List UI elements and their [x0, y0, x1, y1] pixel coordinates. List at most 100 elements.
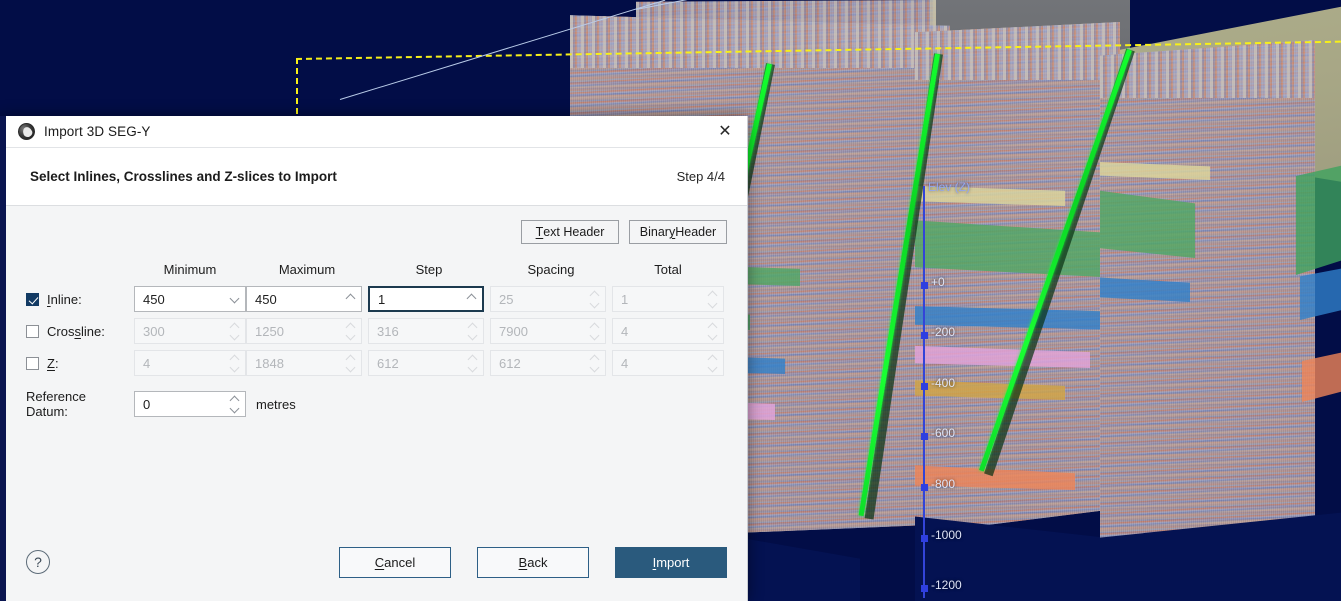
inline-total-value: 1 [621, 292, 628, 307]
crossline-total-spinner [707, 319, 717, 343]
table-row-crossline-label: Crossline: [26, 315, 134, 347]
z-label: Z: [47, 356, 59, 371]
header-buttons-row: Text Header Binary Header [26, 206, 727, 244]
z-spacing-value: 612 [499, 356, 521, 371]
dialog-subheader: Select Inlines, Crosslines and Z-slices … [6, 148, 747, 206]
chevron-down-icon [229, 330, 239, 340]
column-header-step: Step [368, 262, 490, 283]
elevation-tick [921, 383, 928, 390]
dialog-titlebar: Import 3D SEG-Y ✕ [6, 116, 747, 148]
crossline-total-value: 4 [621, 324, 628, 339]
crossline-maximum-input: 1250 [246, 318, 362, 344]
elevation-tick [921, 282, 928, 289]
cell-crossline-maximum: 1250 [246, 315, 368, 347]
cell-z-step: 612 [368, 347, 490, 379]
elevation-tick [921, 433, 928, 440]
reference-datum-label: Reference Datum: [26, 389, 124, 419]
z-spacing-input: 612 [490, 350, 606, 376]
cancel-button[interactable]: Cancel [339, 547, 451, 578]
close-icon[interactable]: ✕ [703, 116, 747, 148]
cell-z-minimum: 4 [134, 347, 246, 379]
z-checkbox[interactable] [26, 357, 39, 370]
horizon-surface-green-right [1296, 165, 1341, 275]
crossline-minimum-spinner [229, 319, 239, 343]
reference-datum-spinner[interactable] [229, 392, 239, 416]
elevation-tick-label: +0 [931, 275, 945, 289]
chevron-down-icon [467, 362, 477, 372]
segy-app-icon [18, 123, 35, 140]
chevron-down-icon [589, 330, 599, 340]
chevron-down-icon[interactable] [229, 294, 239, 304]
inline-minimum-spinner[interactable] [229, 287, 239, 311]
binary-header-button[interactable]: Binary Header [629, 220, 727, 244]
seismic-section-c [1100, 40, 1315, 560]
inline-label: Inline: [47, 292, 82, 307]
crossline-step-spinner [467, 319, 477, 343]
z-maximum-input: 1848 [246, 350, 362, 376]
elevation-tick-label: -600 [931, 426, 955, 440]
column-header-maximum: Maximum [246, 262, 368, 283]
inline-maximum-spinner[interactable] [345, 287, 355, 311]
crossline-maximum-value: 1250 [255, 324, 284, 339]
elevation-tick-label: -200 [931, 325, 955, 339]
help-icon[interactable]: ? [26, 550, 50, 574]
elevation-axis-title: Elev (Z) [928, 180, 970, 194]
chevron-down-icon[interactable] [229, 403, 239, 413]
cell-z-spacing: 612 [490, 347, 612, 379]
inline-minimum-input[interactable]: 450 [134, 286, 246, 312]
cell-inline-minimum: 450 [134, 283, 246, 315]
z-minimum-spinner [229, 351, 239, 375]
dialog-footer: ? Cancel Back Import [6, 523, 747, 601]
inline-total-input: 1 [612, 286, 724, 312]
step-indicator: Step 4/4 [677, 169, 725, 184]
crossline-label: Crossline: [47, 324, 105, 339]
chevron-up-icon[interactable] [345, 294, 355, 304]
reference-datum-input[interactable]: 0 [134, 391, 246, 417]
seismic-section-b [915, 22, 1120, 534]
chevron-down-icon [467, 330, 477, 340]
elevation-tick [921, 585, 928, 592]
chevron-down-icon [707, 298, 717, 308]
elevation-tick-label: -1000 [931, 528, 962, 542]
z-step-value: 612 [377, 356, 399, 371]
z-spacing-spinner [589, 351, 599, 375]
chevron-down-icon [707, 330, 717, 340]
cell-z-total: 4 [612, 347, 724, 379]
inline-spacing-spinner [589, 287, 599, 311]
cell-inline-spacing: 25 [490, 283, 612, 315]
import-button[interactable]: Import [615, 547, 727, 578]
inline-step-spinner[interactable] [466, 288, 476, 310]
cell-crossline-total: 4 [612, 315, 724, 347]
cell-crossline-minimum: 300 [134, 315, 246, 347]
cell-z-maximum: 1848 [246, 347, 368, 379]
crossline-spacing-input: 7900 [490, 318, 606, 344]
inline-selection-dash-left [296, 58, 298, 114]
z-maximum-value: 1848 [255, 356, 284, 371]
cell-inline-step: 1 [368, 283, 490, 315]
crossline-maximum-spinner [345, 319, 355, 343]
table-row-z-label: Z: [26, 347, 134, 379]
chevron-down-icon [707, 362, 717, 372]
z-step-spinner [467, 351, 477, 375]
slice-range-table: Minimum Maximum Step Spacing Total Inlin… [26, 262, 727, 379]
cell-crossline-spacing: 7900 [490, 315, 612, 347]
inline-maximum-input[interactable]: 450 [246, 286, 362, 312]
z-total-input: 4 [612, 350, 724, 376]
z-total-value: 4 [621, 356, 628, 371]
inline-checkbox[interactable] [26, 293, 39, 306]
crossline-checkbox[interactable] [26, 325, 39, 338]
text-header-button[interactable]: Text Header [521, 220, 619, 244]
crossline-spacing-spinner [589, 319, 599, 343]
inline-maximum-value: 450 [255, 292, 277, 307]
inline-minimum-value: 450 [143, 292, 165, 307]
z-step-input: 612 [368, 350, 484, 376]
chevron-up-icon[interactable] [466, 294, 476, 304]
inline-step-value: 1 [378, 292, 385, 307]
z-total-spinner [707, 351, 717, 375]
back-button[interactable]: Back [477, 547, 589, 578]
inline-step-input[interactable]: 1 [368, 286, 484, 312]
table-row-inline-label: Inline: [26, 283, 134, 315]
elevation-tick-label: -400 [931, 376, 955, 390]
z-minimum-value: 4 [143, 356, 150, 371]
z-maximum-spinner [345, 351, 355, 375]
